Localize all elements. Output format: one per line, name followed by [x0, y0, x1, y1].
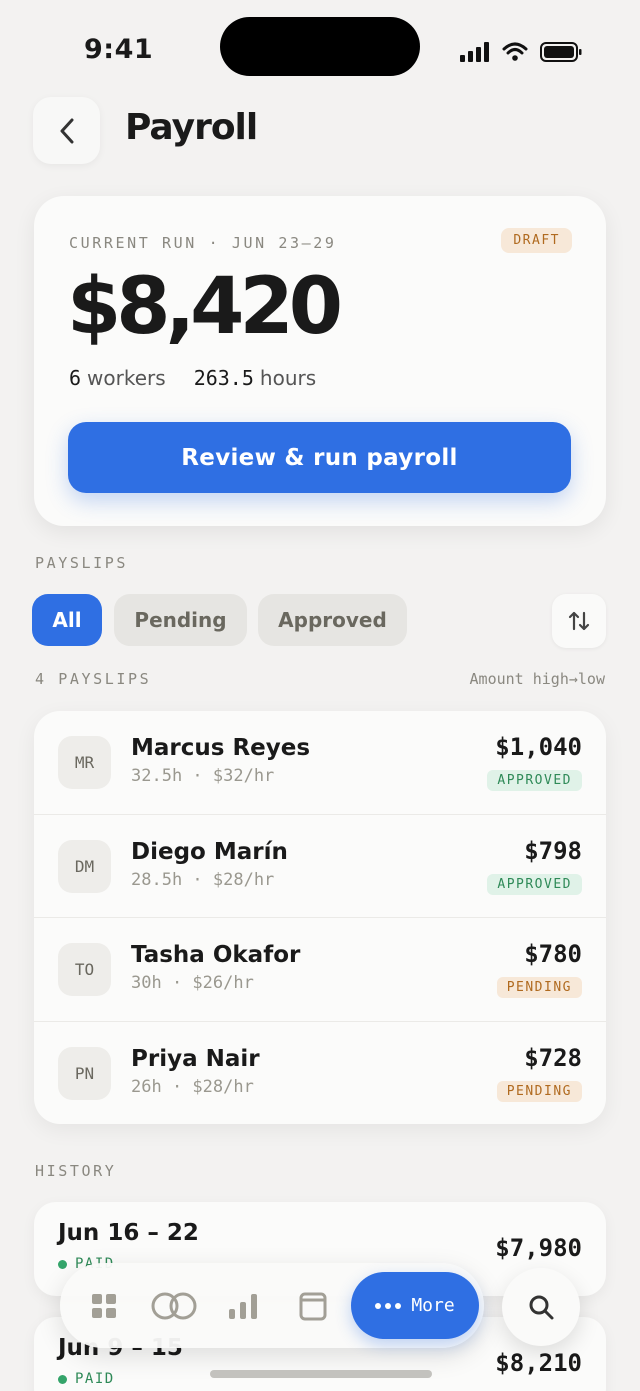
payslips-count: 4 PAYSLIPS [35, 670, 152, 688]
status-icons [460, 42, 582, 62]
payslip-list: MR Marcus Reyes 32.5h · $32/hr $1,040 AP… [34, 711, 606, 1124]
workers-stat: 6 workers [69, 366, 166, 390]
grid-icon [92, 1294, 116, 1318]
battery-icon [540, 42, 582, 62]
status-badge: APPROVED [487, 873, 582, 895]
payslip-amount: $798 [524, 836, 582, 865]
payslips-count-row: 4 PAYSLIPS Amount high→low [35, 670, 605, 688]
hours-stat: 263.5 hours [194, 366, 316, 390]
avatar: DM [58, 839, 111, 893]
payslip-row-diego-marin[interactable]: DM Diego Marín 28.5h · $28/hr $798 APPRO… [34, 815, 606, 918]
hours-label: hours [259, 366, 317, 390]
status-badge: APPROVED [487, 770, 582, 791]
status-dot [58, 1259, 67, 1269]
sort-icon [568, 611, 590, 631]
chevron-left-icon [60, 118, 73, 143]
payslip-row-priya-nair[interactable]: PN Priya Nair 26h · $28/hr $728 PENDING [34, 1022, 606, 1125]
filter-chip-all[interactable]: All [32, 594, 102, 646]
payslip-row-tasha-okafor[interactable]: TO Tasha Okafor 30h · $26/hr $780 PENDIN… [34, 918, 606, 1022]
more-label: More [411, 1295, 455, 1316]
current-run-card: CURRENT RUN · JUN 23–29 DRAFT $8,420 6 wo… [34, 196, 606, 526]
payslip-name: Tasha Okafor [131, 942, 301, 968]
bar-chart-icon [229, 1294, 257, 1319]
status-time: 9:41 [84, 34, 154, 65]
sort-label[interactable]: Amount high→low [470, 670, 605, 688]
sort-button[interactable] [552, 594, 606, 648]
signal-icon [460, 42, 489, 62]
draft-badge: DRAFT [501, 228, 572, 253]
payslip-amount: $1,040 [495, 733, 582, 761]
rings-icon [151, 1292, 197, 1320]
wifi-icon [502, 42, 528, 61]
review-run-payroll-button[interactable]: Review & run payroll [68, 422, 571, 493]
history-status-label: PAID [75, 1371, 115, 1387]
payslips-section-label: PAYSLIPS [35, 554, 129, 572]
hours-count: 263.5 [193, 366, 254, 390]
current-run-label: CURRENT RUN · JUN 23–29 [69, 234, 337, 252]
payslip-meta: 32.5h · $32/hr [131, 766, 275, 786]
payslip-row-marcus-reyes[interactable]: MR Marcus Reyes 32.5h · $32/hr $1,040 AP… [34, 711, 606, 815]
more-dots-icon [375, 1302, 402, 1309]
history-amount: $7,980 [495, 1234, 582, 1262]
payslip-name: Priya Nair [131, 1045, 260, 1072]
filter-chip-approved[interactable]: Approved [258, 594, 407, 646]
payslip-amount: $780 [524, 940, 582, 968]
page-title: Payroll [125, 107, 258, 148]
status-badge: PENDING [496, 1080, 582, 1102]
more-button[interactable]: More [351, 1272, 479, 1339]
calendar-icon [299, 1292, 327, 1321]
status-badge: PENDING [496, 977, 582, 998]
dynamic-island [220, 17, 420, 76]
avatar: MR [58, 736, 111, 789]
payslip-meta: 26h · $28/hr [131, 1076, 254, 1097]
search-button[interactable] [502, 1268, 580, 1346]
current-run-amount: $8,420 [67, 262, 343, 352]
payslip-name: Marcus Reyes [131, 735, 311, 761]
avatar: TO [58, 943, 111, 996]
search-icon [529, 1295, 554, 1320]
bottom-tab-bar: More [60, 1263, 484, 1348]
history-section-label: HISTORY [35, 1162, 117, 1180]
status-bar: 9:41 [0, 0, 640, 100]
history-status: PAID [58, 1371, 115, 1387]
payslip-amount: $728 [524, 1043, 582, 1072]
current-run-stats: 6 workers 263.5 hours [69, 366, 316, 390]
status-dot [58, 1374, 67, 1384]
workers-count: 6 [69, 366, 82, 390]
back-button[interactable] [33, 97, 100, 164]
tab-reports[interactable] [220, 1283, 266, 1329]
history-amount: $8,210 [495, 1349, 582, 1377]
history-range: Jun 16 – 22 [58, 1220, 199, 1246]
tab-dashboard[interactable] [81, 1283, 127, 1329]
workers-label: workers [87, 366, 166, 390]
payslip-meta: 28.5h · $28/hr [131, 869, 275, 890]
avatar: PN [58, 1046, 111, 1100]
payslip-name: Diego Marín [131, 838, 288, 865]
payslip-meta: 30h · $26/hr [131, 973, 254, 993]
tab-workers[interactable] [148, 1283, 200, 1329]
filter-chip-pending[interactable]: Pending [114, 594, 247, 646]
tab-calendar[interactable] [290, 1283, 336, 1329]
home-indicator [210, 1370, 432, 1378]
